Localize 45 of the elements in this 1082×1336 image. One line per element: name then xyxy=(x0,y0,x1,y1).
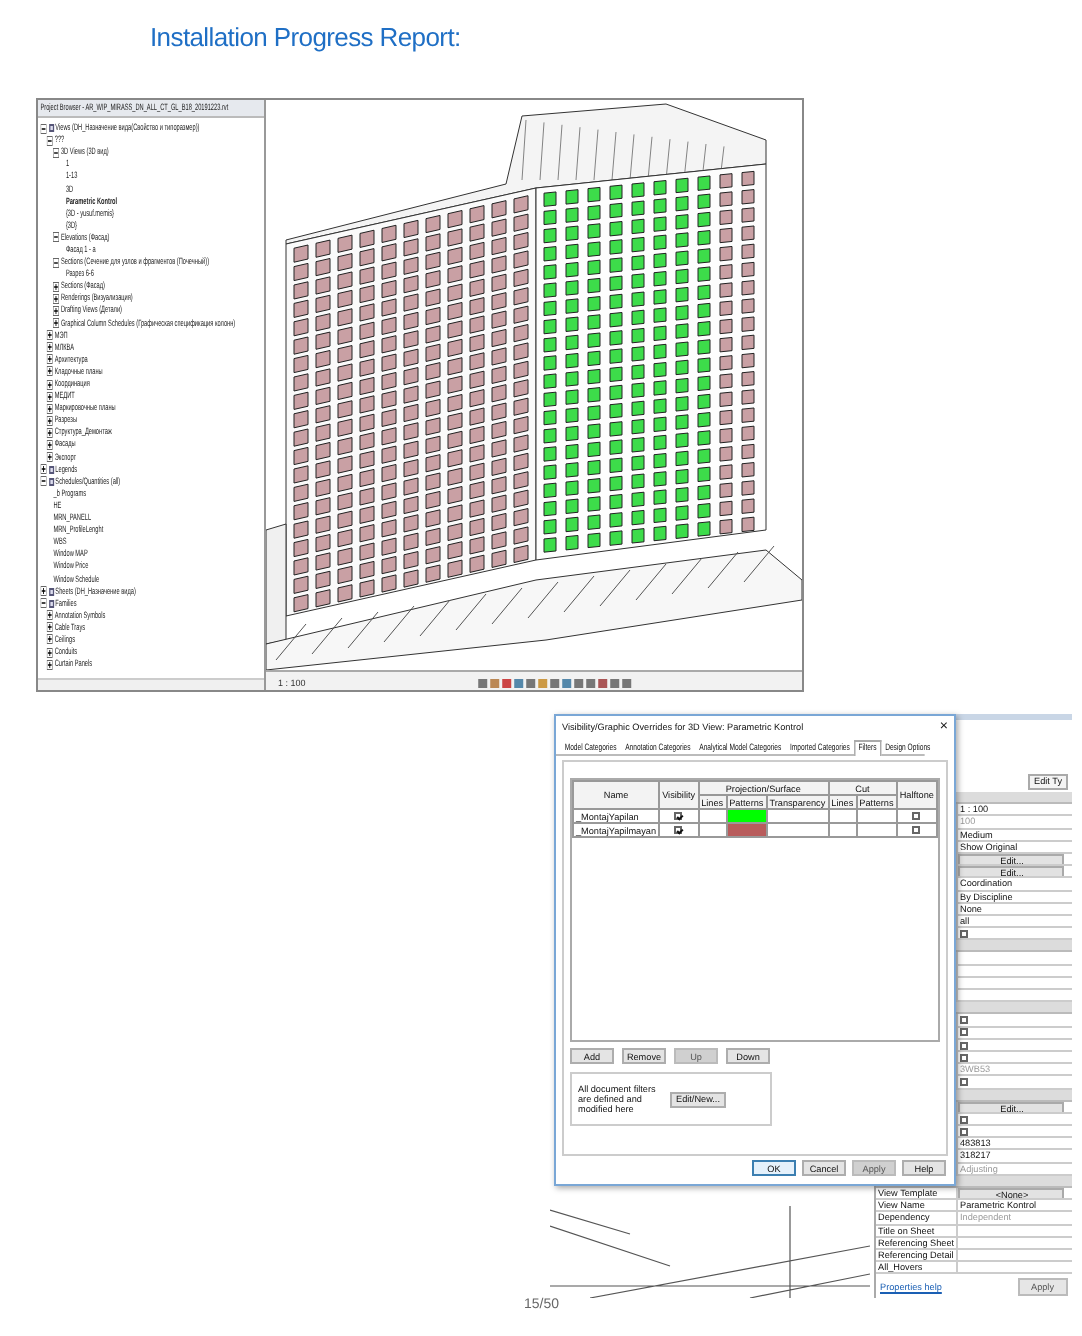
plus-box-icon[interactable] xyxy=(46,622,53,633)
plus-box-icon[interactable] xyxy=(46,647,53,658)
checkbox[interactable] xyxy=(960,1016,968,1025)
plus-box-icon[interactable] xyxy=(52,281,60,292)
checkbox[interactable] xyxy=(674,826,683,835)
plus-box-icon[interactable] xyxy=(46,634,53,645)
plus-box-icon[interactable] xyxy=(46,354,53,365)
folder-icon xyxy=(48,124,54,133)
checkbox[interactable] xyxy=(912,812,921,821)
checkbox[interactable] xyxy=(674,812,683,821)
plus-box-icon[interactable] xyxy=(52,318,60,329)
plus-box-icon[interactable] xyxy=(46,452,53,463)
plus-box-icon[interactable] xyxy=(46,439,53,450)
checkbox[interactable] xyxy=(960,1115,968,1124)
plus-box-icon[interactable] xyxy=(40,464,47,475)
plus-box-icon[interactable] xyxy=(46,330,53,341)
plus-box-icon[interactable] xyxy=(46,415,53,426)
checkbox[interactable] xyxy=(960,929,968,938)
minus-box-icon[interactable] xyxy=(46,135,53,146)
minus-box-icon[interactable] xyxy=(52,147,60,158)
minus-box-icon[interactable] xyxy=(52,257,60,268)
plus-box-icon[interactable] xyxy=(52,293,60,304)
plus-box-icon[interactable] xyxy=(46,659,53,670)
checkbox[interactable] xyxy=(960,1078,968,1087)
page-heading: Installation Progress Report: xyxy=(148,20,463,56)
plus-box-icon[interactable] xyxy=(46,427,53,438)
plus-box-icon[interactable] xyxy=(46,391,53,402)
plus-box-icon[interactable] xyxy=(46,342,53,353)
minus-box-icon[interactable] xyxy=(40,123,47,134)
plus-box-icon[interactable] xyxy=(46,366,53,377)
checkbox[interactable] xyxy=(960,1028,968,1037)
plus-box-icon[interactable] xyxy=(46,610,53,621)
color-swatch[interactable] xyxy=(727,824,766,836)
checkbox[interactable] xyxy=(912,826,921,835)
minus-box-icon[interactable] xyxy=(40,476,47,487)
plus-box-icon[interactable] xyxy=(52,305,60,316)
plus-box-icon[interactable] xyxy=(46,379,53,390)
checkbox[interactable] xyxy=(960,1053,968,1062)
checkbox[interactable] xyxy=(960,1127,968,1136)
plus-box-icon[interactable] xyxy=(40,586,47,597)
checkbox[interactable] xyxy=(960,1041,968,1050)
minus-box-icon[interactable] xyxy=(52,232,60,243)
plus-box-icon[interactable] xyxy=(46,403,53,414)
color-swatch[interactable] xyxy=(727,810,766,822)
minus-box-icon[interactable] xyxy=(40,598,47,609)
